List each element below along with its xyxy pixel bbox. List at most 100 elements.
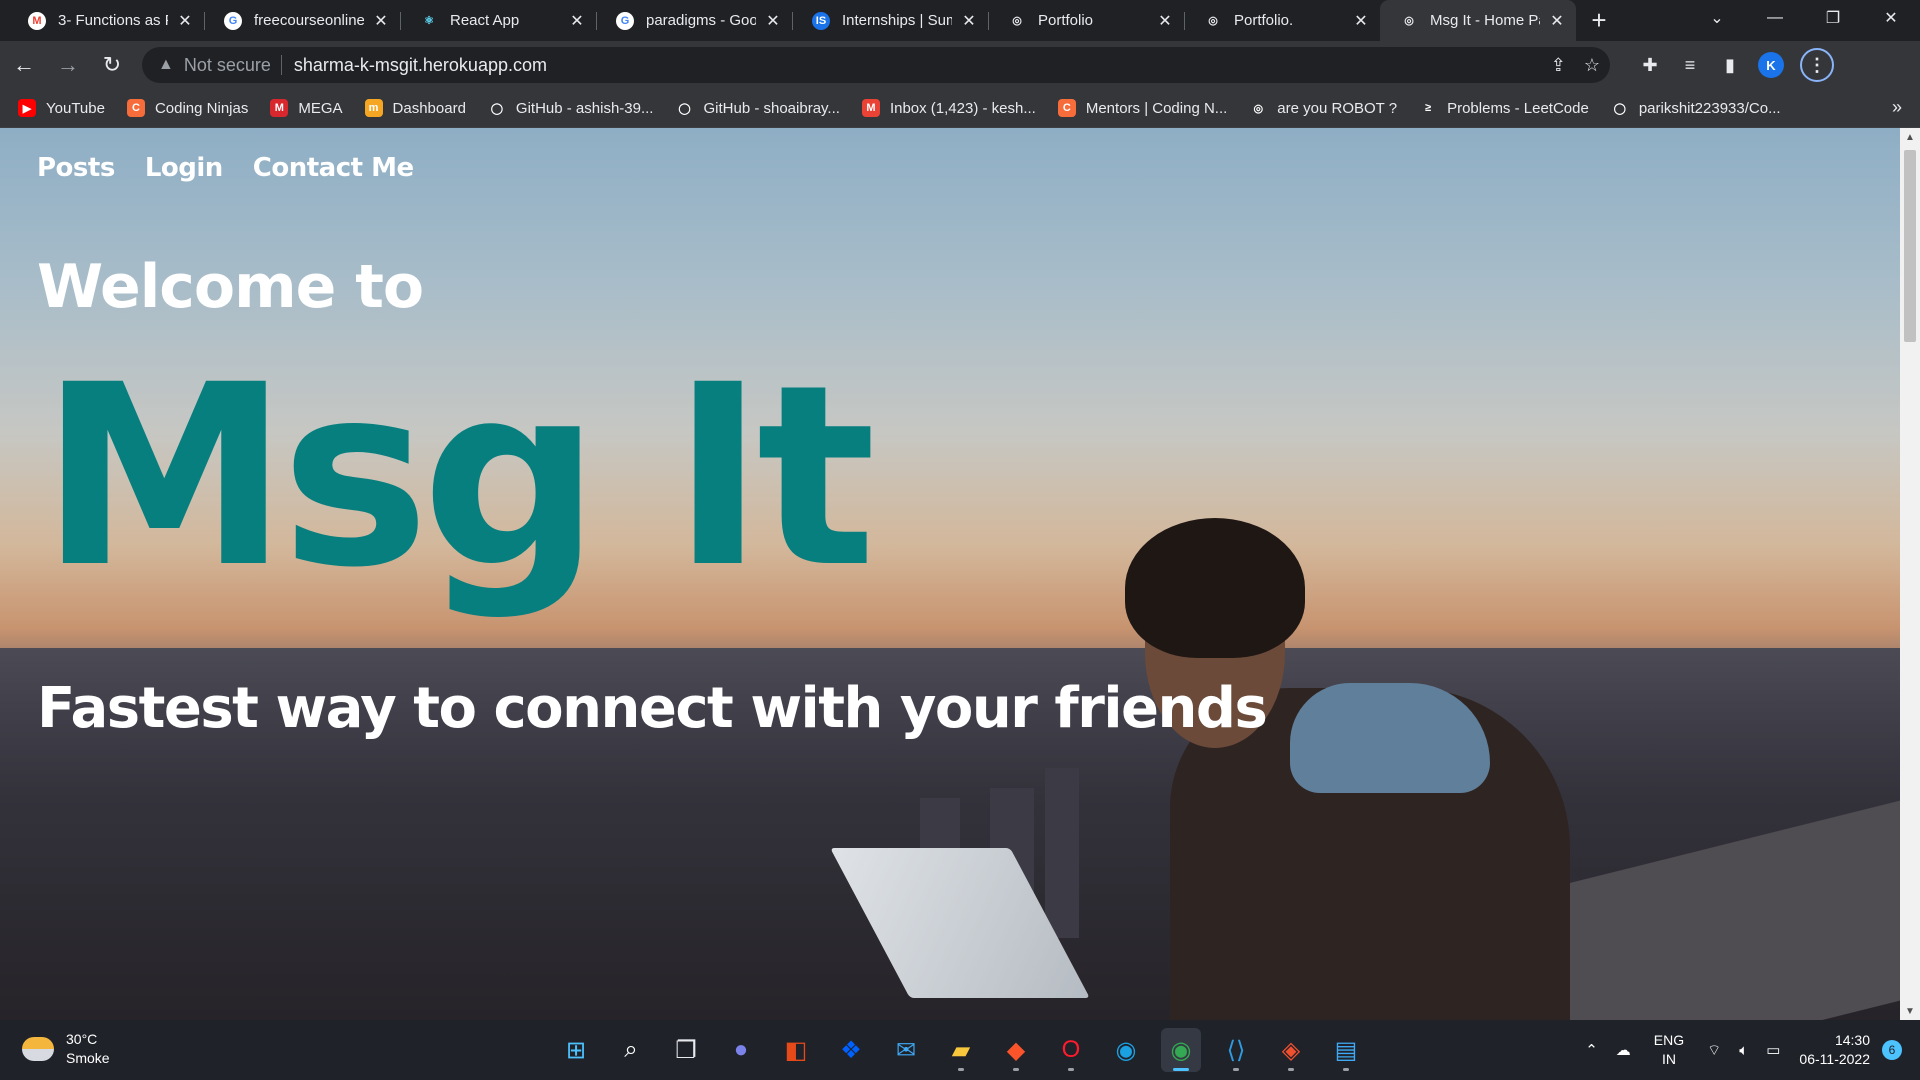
app-glyph: ❖ xyxy=(840,1036,862,1064)
taskbar-apps: ⊞ ⌕ ❐ ● ◧ ❖ ✉ ▰ ◆ O ◉ ◉ ⟨⟩ ◈ ▤ xyxy=(556,1028,1366,1072)
bookmark-item[interactable]: C Coding Ninjas xyxy=(126,99,248,117)
tab-0[interactable]: M 3- Functions as Fi ✕ xyxy=(8,0,204,41)
page-scrollbar[interactable]: ▲ ▼ xyxy=(1900,128,1920,1020)
extensions-icon[interactable]: ✚ xyxy=(1638,53,1662,77)
forward-button[interactable]: → xyxy=(48,45,88,85)
start-icon[interactable]: ⊞ xyxy=(556,1028,596,1072)
tab-close-icon[interactable]: ✕ xyxy=(1548,12,1566,30)
restore-button[interactable]: ❐ xyxy=(1804,0,1862,36)
task-view-icon[interactable]: ❐ xyxy=(666,1028,706,1072)
nav-contact-link[interactable]: Contact Me xyxy=(253,153,414,183)
back-button[interactable]: ← xyxy=(4,45,44,85)
brave-icon[interactable]: ◆ xyxy=(996,1028,1036,1072)
tab-title: freecourseonline xyxy=(254,12,364,29)
search-icon[interactable]: ⌕ xyxy=(611,1028,651,1072)
language-indicator[interactable]: ENG IN xyxy=(1654,1031,1684,1069)
scrollbar-thumb[interactable] xyxy=(1904,150,1916,342)
volume-icon[interactable]: 🔈︎ xyxy=(1739,1042,1748,1059)
nav-login-link[interactable]: Login xyxy=(145,153,223,183)
bookmark-star-icon[interactable]: ☆ xyxy=(1584,55,1600,76)
welcome-heading: Welcome to xyxy=(37,252,424,322)
bookmark-item[interactable]: ◯ parikshit223933/Co... xyxy=(1610,99,1781,117)
browser-menu-icon[interactable]: ⋮ xyxy=(1800,48,1834,82)
tab-2[interactable]: ⚛ React App ✕ xyxy=(400,0,596,41)
bookmark-item[interactable]: ▶ YouTube xyxy=(18,99,105,117)
running-indicator xyxy=(1233,1068,1239,1071)
vscode-icon[interactable]: ⟨⟩ xyxy=(1216,1028,1256,1072)
bookmark-item[interactable]: ◯ GitHub - shoaibray... xyxy=(675,99,840,117)
tab-title: Msg It - Home Pa xyxy=(1430,12,1540,29)
divider xyxy=(280,55,282,75)
bookmarks-overflow-icon[interactable]: » xyxy=(1892,97,1902,118)
onedrive-icon[interactable]: ☁ xyxy=(1616,1041,1631,1059)
bookmark-favicon-icon: M xyxy=(270,99,289,117)
bookmark-item[interactable]: m Dashboard xyxy=(364,99,466,117)
bookmark-favicon-icon: C xyxy=(126,99,145,117)
scroll-up-arrow[interactable]: ▲ xyxy=(1900,128,1920,146)
tab-6[interactable]: ◎ Portfolio. ✕ xyxy=(1184,0,1380,41)
opera-icon[interactable]: O xyxy=(1051,1028,1091,1072)
tab-3[interactable]: Gparadigms - Goo ✕ xyxy=(596,0,792,41)
minimize-button[interactable]: — xyxy=(1746,0,1804,36)
running-indicator xyxy=(1343,1068,1349,1071)
tab-close-icon[interactable]: ✕ xyxy=(960,12,978,30)
warning-icon[interactable]: ▲ xyxy=(158,56,174,74)
lang-code: ENG xyxy=(1653,1032,1685,1048)
bookmark-label: Dashboard xyxy=(392,99,466,117)
bookmark-item[interactable]: C Mentors | Coding N... xyxy=(1057,99,1227,117)
git-icon[interactable]: ◈ xyxy=(1271,1028,1311,1072)
nav-posts-link[interactable]: Posts xyxy=(37,153,115,183)
bookmark-item[interactable]: ◯ GitHub - ashish-39... xyxy=(487,99,654,117)
notification-badge[interactable]: 6 xyxy=(1882,1040,1902,1060)
reload-button[interactable]: ↻ xyxy=(92,45,132,85)
mail-icon[interactable]: ✉ xyxy=(886,1028,926,1072)
site-nav: Posts Login Contact Me xyxy=(37,153,414,183)
edge-icon[interactable]: ◉ xyxy=(1106,1028,1146,1072)
app-glyph: ❐ xyxy=(675,1036,697,1064)
weather-widget[interactable]: 30°C Smoke xyxy=(22,1030,110,1068)
tab-5[interactable]: ◎ Portfolio ✕ xyxy=(988,0,1184,41)
tab-favicon-icon: IS xyxy=(812,11,830,30)
address-bar[interactable]: ▲ Not secure sharma-k-msgit.herokuapp.co… xyxy=(142,47,1610,83)
office-icon[interactable]: ◧ xyxy=(776,1028,816,1072)
bookmark-item[interactable]: ◎ are you ROBOT ? xyxy=(1249,99,1397,117)
tab-close-icon[interactable]: ✕ xyxy=(1352,12,1370,30)
tab-close-icon[interactable]: ✕ xyxy=(764,12,782,30)
scroll-down-arrow[interactable]: ▼ xyxy=(1900,1002,1920,1020)
wifi-icon[interactable]: ⌔ xyxy=(1707,1041,1721,1060)
new-tab-button[interactable]: + xyxy=(1582,3,1616,37)
tagline: Fastest way to connect with your friends xyxy=(37,676,1268,741)
tab-close-icon[interactable]: ✕ xyxy=(1156,12,1174,30)
tab-4[interactable]: IS Internships | Sum ✕ xyxy=(792,0,988,41)
battery-icon[interactable]: ▭ xyxy=(1766,1041,1780,1059)
url-text[interactable]: sharma-k-msgit.herokuapp.com xyxy=(294,55,547,76)
bookmark-item[interactable]: ≥ Problems - LeetCode xyxy=(1419,99,1589,117)
side-panel-icon[interactable]: ▮ xyxy=(1718,53,1742,77)
bookmark-item[interactable]: M Inbox (1,423) - kesh... xyxy=(861,99,1036,117)
browser-toolbar: ← → ↻ ▲ Not secure sharma-k-msgit.heroku… xyxy=(0,41,1920,89)
file-explorer-icon[interactable]: ▰ xyxy=(941,1028,981,1072)
bookmark-item[interactable]: M MEGA xyxy=(270,99,343,117)
tab-close-icon[interactable]: ✕ xyxy=(372,12,390,30)
teams-chat-icon[interactable]: ● xyxy=(721,1028,761,1072)
weather-temp: 30°C xyxy=(66,1031,98,1047)
media-control-icon[interactable]: ≡ xyxy=(1678,53,1702,77)
chrome-icon[interactable]: ◉ xyxy=(1161,1028,1201,1072)
profile-avatar[interactable]: K xyxy=(1758,52,1784,78)
tab-7[interactable]: ◎ Msg It - Home Pa ✕ xyxy=(1380,0,1576,41)
tab-favicon-icon: ◎ xyxy=(1208,15,1218,27)
security-label[interactable]: Not secure xyxy=(184,55,271,76)
tab-search-icon[interactable]: ⌄ xyxy=(1688,0,1746,36)
notepad-icon[interactable]: ▤ xyxy=(1326,1028,1366,1072)
dropbox-icon[interactable]: ❖ xyxy=(831,1028,871,1072)
bookmark-label: Problems - LeetCode xyxy=(1447,99,1589,117)
bookmarks-bar: ▶ YouTube C Coding Ninjas M MEGA m Dashboard ◯ Gi… xyxy=(0,89,1920,128)
tab-close-icon[interactable]: ✕ xyxy=(568,12,586,30)
close-window-button[interactable]: ✕ xyxy=(1862,0,1920,36)
clock[interactable]: 14:30 06-11-2022 xyxy=(1799,1031,1870,1069)
tab-close-icon[interactable]: ✕ xyxy=(176,12,194,30)
chevron-up-icon[interactable]: ⌃ xyxy=(1585,1041,1598,1059)
share-icon[interactable]: ⇪ xyxy=(1551,55,1566,76)
bookmark-label: GitHub - ashish-39... xyxy=(515,99,654,117)
tab-1[interactable]: Gfreecourseonline ✕ xyxy=(204,0,400,41)
